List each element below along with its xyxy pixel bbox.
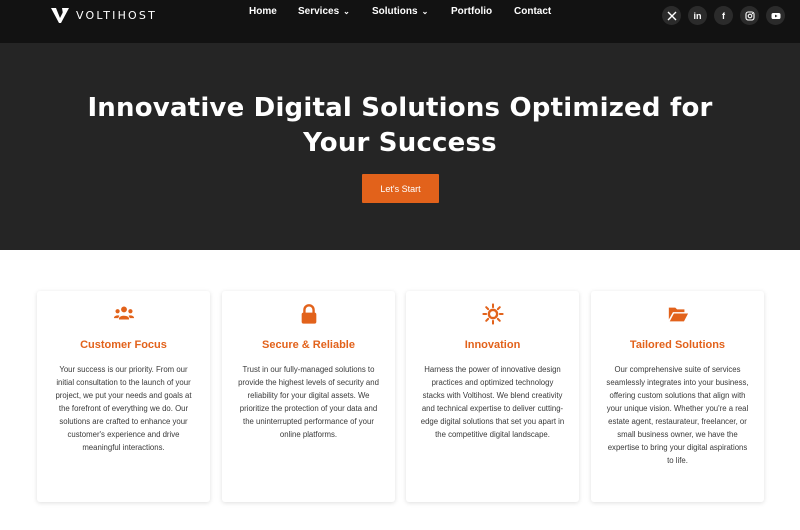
top-navigation-bar: VOLTIHOST Home Services ⌄ Solutions ⌄ Po…: [0, 0, 800, 43]
linkedin-glyph: in: [693, 10, 702, 21]
nav-item-contact[interactable]: Contact: [514, 6, 551, 17]
folder-open-icon: [591, 303, 764, 325]
nav-item-services[interactable]: Services ⌄: [298, 6, 350, 17]
hero-section: Innovative Digital Solutions Optimized f…: [0, 43, 800, 250]
brand-logo[interactable]: VOLTIHOST: [50, 5, 157, 25]
card-title: Customer Focus: [80, 339, 167, 351]
feature-cards: Customer Focus Your success is our prior…: [37, 291, 765, 502]
card-title: Secure & Reliable: [262, 339, 355, 351]
facebook-glyph: f: [722, 10, 725, 21]
card-description: Your success is our priority. From our i…: [55, 365, 192, 452]
nav-item-solutions[interactable]: Solutions ⌄: [372, 6, 428, 17]
card-description: Trust in our fully-managed solutions to …: [238, 365, 379, 439]
linkedin-icon[interactable]: in: [688, 6, 707, 25]
nav-item-portfolio[interactable]: Portfolio: [451, 6, 492, 17]
social-links: in f: [662, 6, 785, 25]
card-title: Innovation: [464, 339, 521, 351]
lock-icon: [222, 303, 395, 325]
nav-item-label: Solutions: [372, 6, 418, 17]
hero-title: Innovative Digital Solutions Optimized f…: [87, 93, 713, 158]
nav-item-label: Services: [298, 6, 340, 17]
lets-start-button[interactable]: Let's Start: [362, 174, 439, 203]
facebook-icon[interactable]: f: [714, 6, 733, 25]
card-innovation: Innovation Harness the power of innovati…: [406, 291, 579, 502]
users-icon: [37, 303, 210, 325]
sun-icon: [406, 303, 579, 325]
card-tailored-solutions: Tailored Solutions Our comprehensive sui…: [591, 291, 764, 502]
chevron-down-icon: ⌄: [421, 7, 429, 16]
card-secure-reliable: Secure & Reliable Trust in our fully-man…: [222, 291, 395, 502]
nav-item-label: Contact: [514, 6, 552, 17]
card-title: Tailored Solutions: [629, 339, 726, 351]
card-description: Harness the power of innovative design p…: [420, 365, 565, 439]
voltihost-logo-icon: [51, 8, 69, 23]
chevron-down-icon: ⌄: [343, 7, 350, 16]
nav-item-label: Home: [249, 6, 277, 17]
card-description: Our comprehensive suite of services seam…: [606, 365, 749, 465]
card-customer-focus: Customer Focus Your success is our prior…: [37, 291, 210, 502]
instagram-icon[interactable]: [740, 6, 759, 25]
x-icon[interactable]: [662, 6, 681, 25]
nav-item-label: Portfolio: [451, 6, 493, 17]
brand-name: VOLTIHOST: [76, 8, 157, 22]
nav-item-home[interactable]: Home: [249, 6, 277, 17]
youtube-icon[interactable]: [766, 6, 785, 25]
